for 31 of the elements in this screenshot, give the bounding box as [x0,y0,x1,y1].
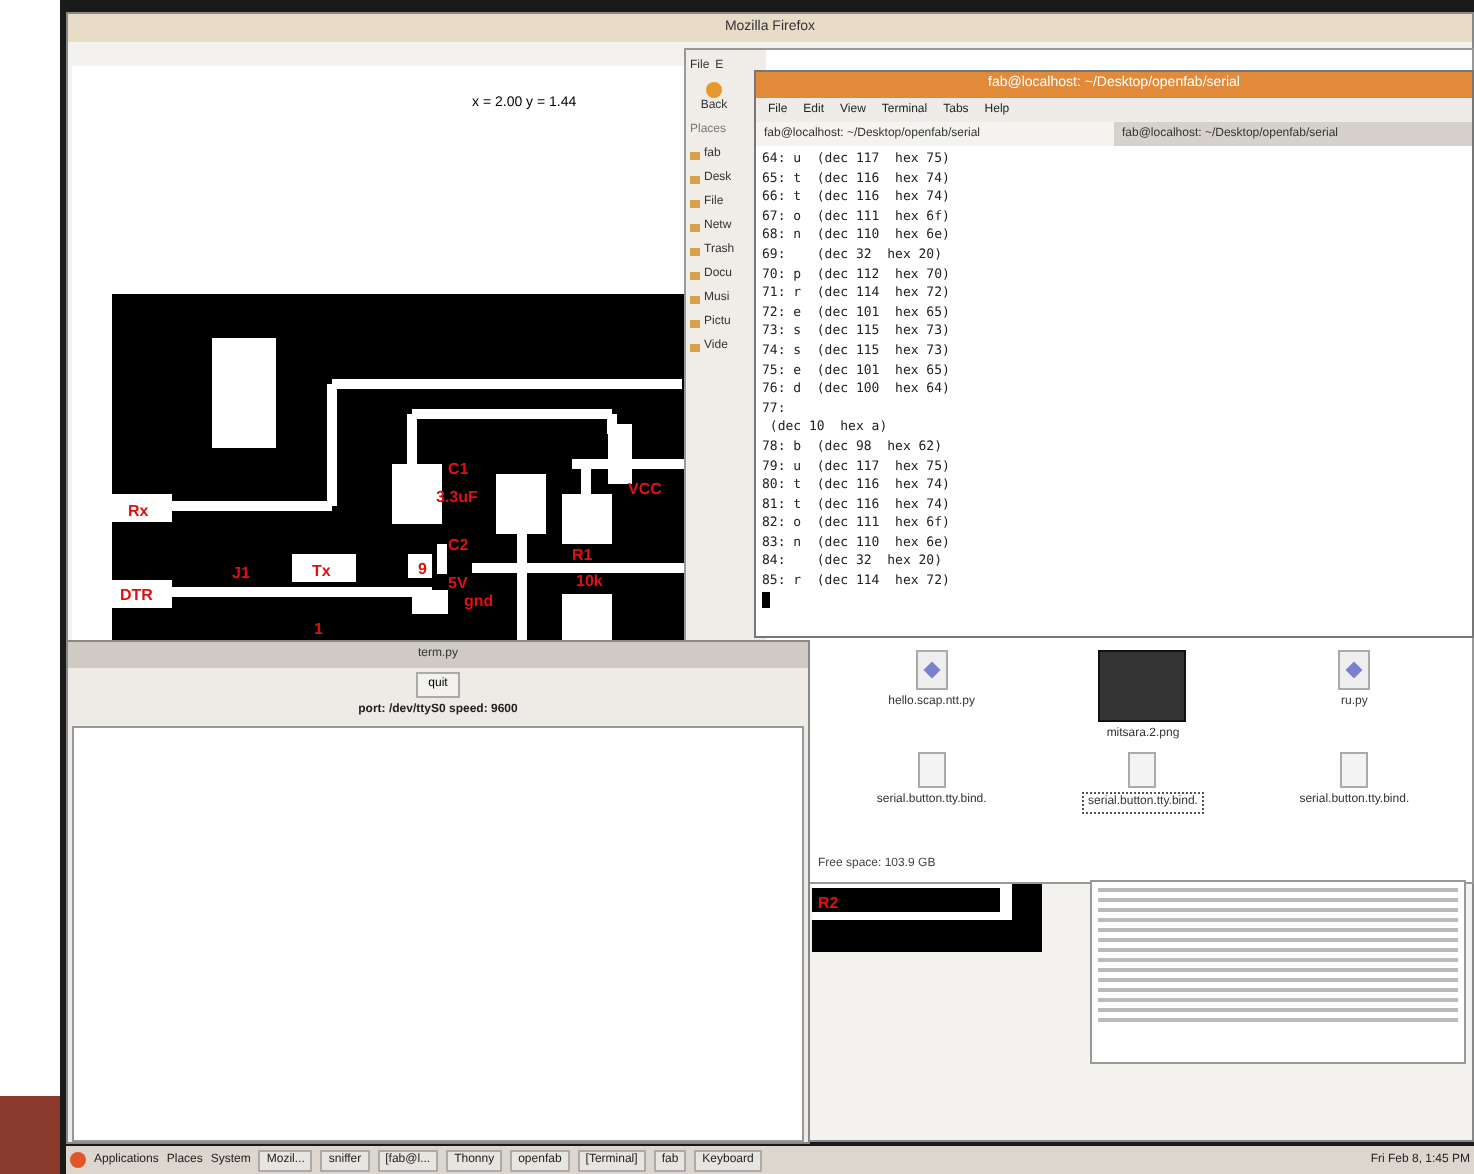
image-thumbnail [1098,650,1187,722]
desktop-background [0,1096,60,1174]
folder-icon [690,247,700,255]
board-label: 10k [576,572,603,590]
folder-icon [690,223,700,231]
board-label: C2 [448,536,469,554]
board-label: DTR [120,586,153,604]
board-label: R2 [818,894,839,912]
cursor [762,591,770,608]
board-label: 9 [418,560,427,578]
board-label: VCC [628,480,662,498]
text-file-icon [1340,752,1369,788]
folder-icon [690,295,700,303]
folder-icon [690,271,700,279]
folder-icon [690,319,700,327]
text-file-icon [917,752,946,788]
board-label: 5V [448,574,468,592]
script-file-icon [1338,650,1371,690]
board-label: J1 [232,564,250,582]
board-label: C1 [448,460,469,478]
folder-icon [690,175,700,183]
folder-icon [690,343,700,351]
script-file-icon [915,650,948,690]
board-label: gnd [464,592,494,610]
board-label: Tx [312,562,331,580]
board-label: R1 [572,546,593,564]
board-label: Rx [128,502,149,520]
folder-icon [690,151,700,159]
text-file-icon [1128,752,1157,788]
folder-icon [690,199,700,207]
board-label: 1 [314,620,323,638]
